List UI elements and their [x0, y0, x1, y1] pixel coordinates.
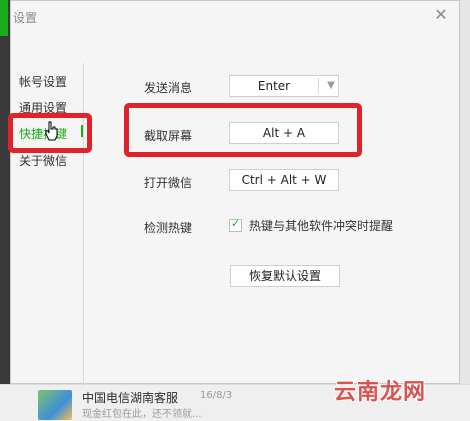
- restore-default-button[interactable]: 恢复默认设置: [230, 265, 340, 287]
- send-message-label: 发送消息: [144, 81, 193, 95]
- chat-preview: 现金红包在此，还不领就...: [82, 409, 202, 420]
- watermark: 云南龙网: [334, 380, 427, 405]
- sidebar-item-about[interactable]: 关于微信: [19, 152, 67, 169]
- hotkey-conflict-checkbox[interactable]: ✓: [229, 217, 242, 232]
- hotkey-conflict-label: 热键与其他软件冲突时提醒: [249, 219, 394, 233]
- check-icon: ✓: [231, 217, 241, 230]
- open-wechat-shortcut-field[interactable]: Ctrl + Alt + W: [229, 169, 339, 191]
- chevron-down-icon[interactable]: ▼: [322, 76, 340, 96]
- select-divider: [318, 78, 319, 94]
- chat-avatar: [38, 390, 72, 420]
- dialog-title: 设置: [13, 11, 38, 25]
- background-app-sidebar: [0, 0, 10, 420]
- open-wechat-label: 打开微信: [144, 176, 193, 190]
- chat-time: 16/8/3: [200, 390, 233, 401]
- chat-name: 中国电信湖南客服: [82, 391, 179, 405]
- background-app-green-tab: [0, 0, 8, 36]
- hand-cursor-icon: [45, 121, 58, 141]
- screenshot-highlight-box: [124, 103, 362, 157]
- detect-hotkeys-label: 检测热键: [144, 221, 193, 235]
- close-icon[interactable]: ✕: [433, 7, 449, 23]
- sidebar-item-account[interactable]: 帐号设置: [19, 73, 67, 90]
- settings-dialog: 设置 ✕ 帐号设置 通用设置 快捷按键 关于微信 发送消息 Enter ▼ 截取…: [10, 0, 460, 385]
- send-message-select[interactable]: Enter ▼: [229, 75, 339, 97]
- send-message-value: Enter: [257, 79, 291, 93]
- background-app-right-edge: [460, 0, 470, 420]
